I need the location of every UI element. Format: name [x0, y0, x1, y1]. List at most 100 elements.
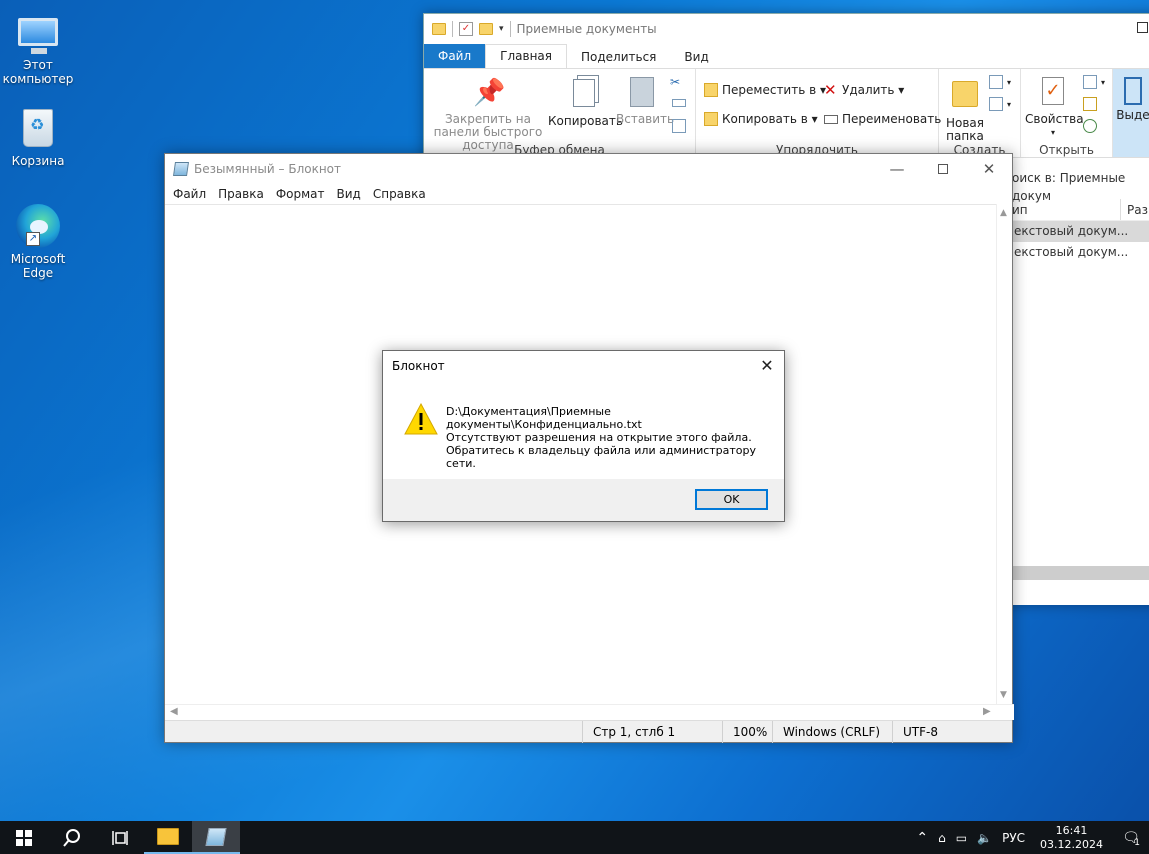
new-item-button[interactable]: ▾ [989, 75, 1011, 89]
pin-quick-access-button[interactable]: 📌 Закрепить на панели быстрого доступа [428, 77, 548, 152]
scroll-up-icon[interactable]: ▲ [1000, 208, 1007, 218]
search-button[interactable] [48, 821, 96, 854]
task-view-button[interactable] [96, 821, 144, 854]
scissors-icon: ✂ [670, 75, 681, 89]
properties-quick-icon[interactable]: ✓ [459, 22, 473, 36]
search-box[interactable]: оиск в: Приемные докум [1012, 169, 1149, 203]
delete-label: Удалить ▾ [842, 83, 905, 97]
menu-format[interactable]: Формат [270, 184, 331, 204]
rename-button[interactable]: Переименовать [824, 112, 941, 126]
paste-shortcut-icon [672, 119, 686, 133]
paste-button[interactable]: Вставить [616, 77, 674, 126]
close-icon: ✕ [760, 356, 774, 375]
open-button[interactable]: ▾ [1083, 75, 1105, 89]
shortcut-arrow-icon: ↗ [26, 232, 40, 246]
language-indicator[interactable]: РУС [997, 831, 1030, 845]
ribbon-group-select: Выде [1113, 69, 1149, 157]
delete-button[interactable]: ✕ Удалить ▾ [824, 81, 905, 99]
properties-icon: ✓ [1038, 77, 1068, 109]
cut-button[interactable]: ✂ [670, 75, 684, 89]
tab-home[interactable]: Главная [485, 44, 567, 68]
copy-to-button[interactable]: Копировать в ▾ [704, 112, 818, 126]
new-item-icon [989, 75, 1003, 89]
paste-icon [627, 77, 657, 109]
maximize-button[interactable] [920, 154, 966, 184]
clock-time: 16:41 [1055, 823, 1088, 837]
maximize-icon[interactable] [1137, 22, 1148, 33]
task-view-icon [112, 830, 128, 845]
column-size[interactable]: Разм [1120, 199, 1149, 220]
scroll-down-icon[interactable]: ▼ [1000, 690, 1007, 700]
taskbar-file-explorer[interactable] [144, 821, 192, 854]
menu-edit[interactable]: Правка [212, 184, 270, 204]
copy-path-icon [672, 99, 686, 107]
volume-icon[interactable]: 🔈 [972, 831, 997, 845]
explorer-title: Приемные документы [516, 22, 657, 36]
menu-help[interactable]: Справка [367, 184, 432, 204]
scroll-left-icon[interactable]: ◀ [170, 706, 178, 717]
start-button[interactable] [0, 821, 48, 854]
dialog-message: D:\Документация\Приемные документы\Конфи… [446, 405, 776, 470]
taskbar-notepad[interactable] [192, 821, 240, 854]
notification-center-button[interactable]: 🗨 1 [1113, 830, 1149, 848]
move-to-button[interactable]: Переместить в ▾ [704, 83, 826, 97]
window-controls: — ✕ [874, 154, 1012, 184]
rename-label: Переименовать [842, 112, 942, 126]
separator [509, 21, 511, 37]
minimize-button[interactable]: — [874, 154, 920, 184]
close-button[interactable]: ✕ [966, 154, 1012, 184]
warning-icon [404, 403, 438, 435]
dialog-message-line2: Обратитесь к владельцу файла или админис… [446, 444, 757, 470]
dialog-body: D:\Документация\Приемные документы\Конфи… [383, 381, 784, 479]
quick-access-dropdown-icon[interactable]: ▾ [499, 24, 504, 34]
horizontal-scrollbar[interactable] [1012, 566, 1149, 580]
move-to-icon [704, 83, 718, 97]
status-zoom: 100% [722, 721, 772, 743]
windows-logo-icon [16, 829, 32, 846]
history-button[interactable] [1083, 119, 1097, 133]
history-icon [1083, 119, 1097, 133]
error-dialog[interactable]: Блокнот ✕ D:\Документация\Приемные докум… [382, 350, 785, 522]
delete-x-icon: ✕ [824, 81, 837, 99]
move-to-label: Переместить в ▾ [722, 83, 827, 97]
easy-access-icon [989, 97, 1003, 111]
tab-file[interactable]: Файл [424, 44, 486, 68]
rename-icon [824, 114, 838, 124]
dialog-message-line1: Отсутствуют разрешения на открытие этого… [446, 431, 752, 444]
dialog-title: Блокнот [392, 359, 445, 373]
copy-button[interactable]: Копировать [548, 77, 623, 128]
tab-share[interactable]: Поделиться [567, 46, 670, 68]
network-icon[interactable]: ⌂ [933, 831, 951, 845]
desktop-icon-this-pc[interactable]: Этот компьютер [0, 8, 76, 86]
file-row[interactable]: екстовый докум... [1012, 242, 1149, 263]
copy-path-button[interactable] [672, 99, 686, 107]
column-type[interactable]: ип [1012, 199, 1120, 220]
easy-access-button[interactable]: ▾ [989, 97, 1011, 111]
scroll-right-icon[interactable]: ▶ [983, 706, 991, 717]
properties-button[interactable]: ✓ Свойства ▾ [1025, 77, 1084, 139]
horizontal-scrollbar[interactable]: ◀ ▶ [165, 704, 1014, 720]
edit-button[interactable] [1083, 97, 1097, 111]
explorer-file-pane: оиск в: Приемные докум ип Разм екстовый … [1012, 169, 1149, 605]
select-button[interactable]: Выде [1115, 77, 1149, 122]
folder-icon [432, 23, 446, 35]
vertical-scrollbar[interactable]: ▲ ▼ [996, 204, 1012, 704]
desktop-icon-recycle-bin[interactable]: Корзина [0, 104, 76, 168]
chevron-up-icon[interactable]: ⌃ [911, 830, 933, 846]
new-folder-quick-icon[interactable] [479, 23, 493, 35]
ethernet-icon[interactable]: ▭ [951, 831, 972, 845]
desktop-icon-edge[interactable]: ↗ Microsoft Edge [0, 202, 76, 280]
dialog-close-button[interactable]: ✕ [756, 355, 778, 377]
ok-button[interactable]: OK [695, 489, 768, 510]
new-folder-button[interactable]: Новая папка [943, 77, 987, 143]
tab-view[interactable]: Вид [670, 46, 722, 68]
close-icon: ✕ [982, 160, 996, 178]
paste-shortcut-button[interactable] [672, 119, 686, 133]
menu-view[interactable]: Вид [331, 184, 367, 204]
file-row[interactable]: екстовый докум... [1012, 221, 1149, 242]
copy-to-label: Копировать в ▾ [722, 112, 818, 126]
menu-file[interactable]: Файл [167, 184, 212, 204]
clock[interactable]: 16:41 03.12.2024 [1030, 824, 1113, 852]
notepad-taskbar-icon [205, 827, 227, 846]
status-position: Стр 1, стлб 1 [582, 721, 722, 743]
